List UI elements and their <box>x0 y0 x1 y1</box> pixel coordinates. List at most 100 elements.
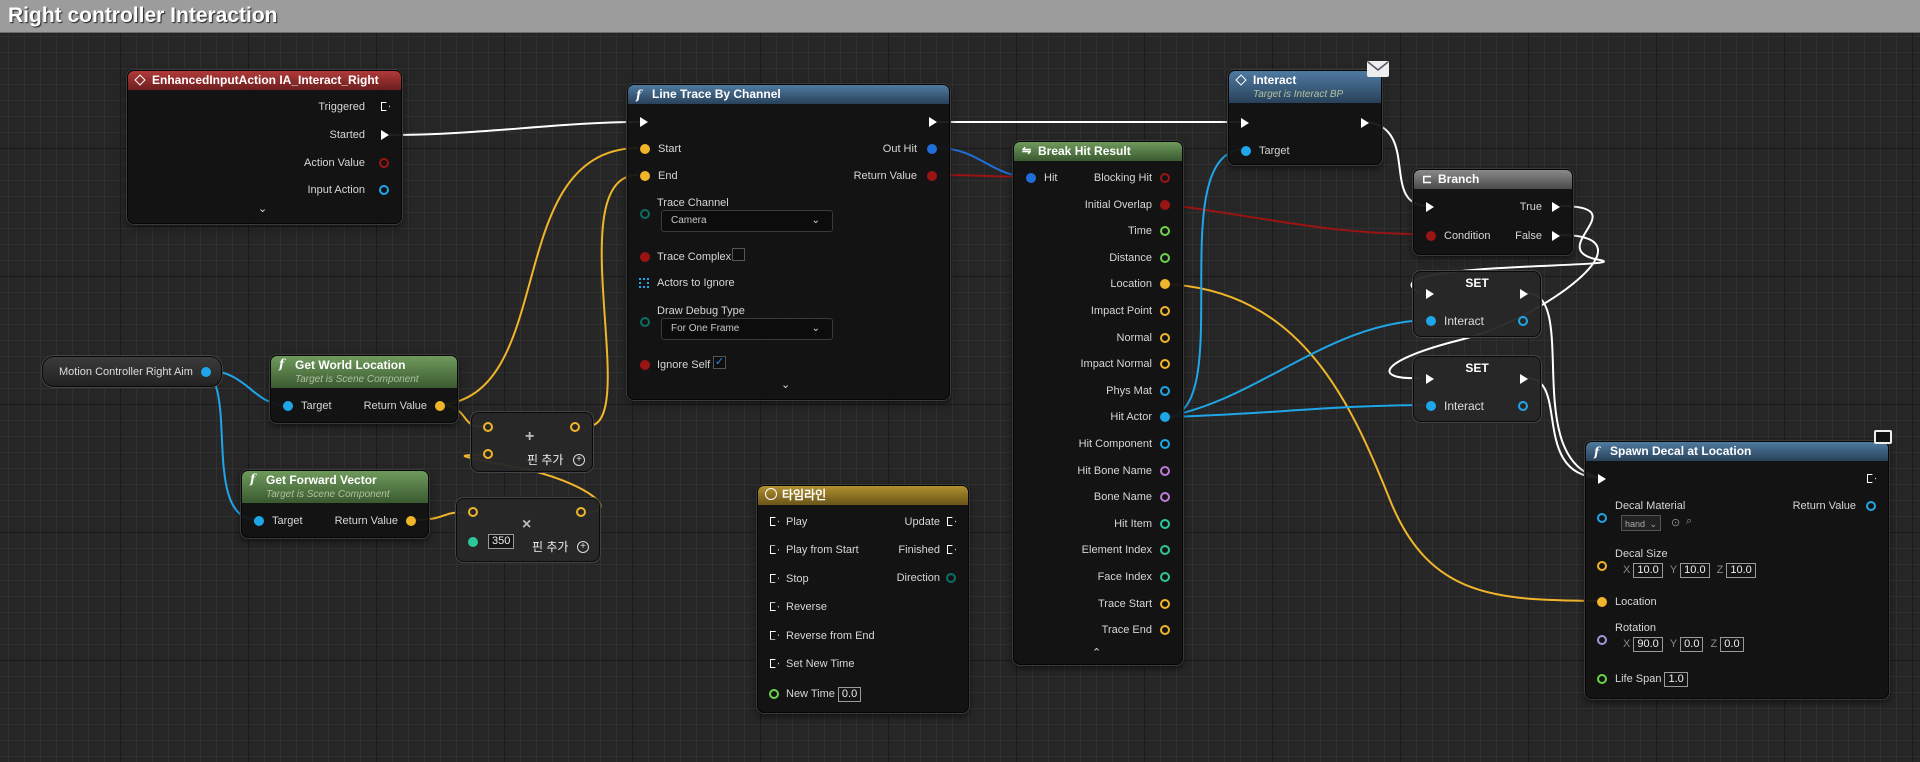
expand-chevron-icon[interactable]: ⌄ <box>781 378 790 391</box>
return-value-pin[interactable] <box>927 171 937 181</box>
get-forward-vector-node[interactable]: f Get Forward Vector Target is Scene Compo… <box>241 470 429 538</box>
node-header[interactable]: f Get Forward Vector Target is Scene Compo… <box>242 471 428 503</box>
direction-pin[interactable] <box>946 573 956 583</box>
hit-bone-name-pin[interactable] <box>1160 465 1170 476</box>
element-index-pin[interactable] <box>1160 545 1170 556</box>
node-header[interactable]: Interact Target is Interact BP <box>1229 71 1381 103</box>
a-input-pin[interactable] <box>468 507 478 517</box>
impact-point-pin[interactable] <box>1160 306 1170 316</box>
spawn-decal-at-location-node[interactable]: f Spawn Decal at Location Decal Material … <box>1585 441 1889 699</box>
triggered-exec-pin[interactable] <box>381 102 390 112</box>
result-output-pin[interactable] <box>570 422 580 432</box>
reverse-exec-pin[interactable] <box>770 602 779 612</box>
end-pin[interactable] <box>640 171 650 181</box>
result-output-pin[interactable] <box>576 507 586 517</box>
exec-out-pin[interactable] <box>1867 474 1876 483</box>
browse-search-icon[interactable]: ⌕ <box>1686 515 1692 528</box>
rotation-x-field[interactable]: 90.0 <box>1633 637 1663 652</box>
false-exec-pin[interactable] <box>1552 231 1560 241</box>
location-pin[interactable] <box>1597 597 1607 607</box>
interact-out-pin[interactable] <box>1518 316 1528 326</box>
trace-complex-pin[interactable] <box>640 252 650 262</box>
exec-out-pin[interactable] <box>1361 118 1369 128</box>
return-value-pin[interactable] <box>406 516 416 526</box>
face-index-pin[interactable] <box>1160 572 1170 582</box>
target-pin[interactable] <box>1241 146 1251 156</box>
node-header[interactable]: f Get World Location Target is Scene Compo… <box>271 356 457 388</box>
input-action-pin[interactable] <box>379 185 389 195</box>
node-header[interactable]: EnhancedInputAction IA_Interact_Right <box>128 71 401 90</box>
distance-pin[interactable] <box>1160 252 1170 263</box>
exec-in-pin[interactable] <box>1241 118 1249 128</box>
time-pin[interactable] <box>1160 226 1170 237</box>
target-pin[interactable] <box>283 401 293 411</box>
hit-component-pin[interactable] <box>1160 439 1170 449</box>
rotation-z-field[interactable]: 0.0 <box>1720 637 1744 652</box>
ignore-self-pin[interactable] <box>640 360 650 370</box>
get-world-location-node[interactable]: f Get World Location Target is Scene Compo… <box>270 355 458 423</box>
draw-debug-type-dropdown[interactable]: For One Frame ⌄ <box>661 318 833 340</box>
add-pin-plus-icon[interactable]: + <box>573 454 585 466</box>
interact-out-pin[interactable] <box>1518 401 1528 411</box>
draw-debug-type-pin[interactable] <box>640 317 650 327</box>
decal-material-pin[interactable] <box>1597 513 1607 523</box>
multiply-vector-node[interactable]: 350 × 핀 추가 + <box>456 498 600 562</box>
true-exec-pin[interactable] <box>1552 202 1560 212</box>
node-header[interactable]: ⇋ Break Hit Result <box>1014 142 1182 161</box>
trace-start-pin[interactable] <box>1160 598 1170 609</box>
add-vector-node[interactable]: + 핀 추가 + <box>471 412 593 472</box>
update-exec-pin[interactable] <box>947 517 956 526</box>
start-pin[interactable] <box>640 144 650 154</box>
rotation-pin[interactable] <box>1597 635 1607 645</box>
exec-out-pin[interactable] <box>1520 374 1528 384</box>
multiplier-value-field[interactable]: 350 <box>488 534 515 549</box>
normal-pin[interactable] <box>1160 332 1170 343</box>
enhanced-input-action-node[interactable]: EnhancedInputAction IA_Interact_Right Tr… <box>127 70 402 224</box>
life-span-value-field[interactable]: 1.0 <box>1664 672 1688 687</box>
initial-overlap-pin[interactable] <box>1160 199 1170 210</box>
a-input-pin[interactable] <box>483 422 493 432</box>
condition-pin[interactable] <box>1426 231 1436 241</box>
trace-complex-checkbox[interactable] <box>732 248 745 261</box>
trace-channel-dropdown[interactable]: Camera ⌄ <box>661 210 833 232</box>
phys-mat-pin[interactable] <box>1160 385 1170 396</box>
exec-out-pin[interactable] <box>1520 289 1528 299</box>
blocking-hit-pin[interactable] <box>1160 173 1170 183</box>
new-time-value-field[interactable]: 0.0 <box>837 687 862 702</box>
out-hit-pin[interactable] <box>927 144 937 154</box>
set-node-2[interactable]: SET Interact <box>1413 356 1541 422</box>
stop-exec-pin[interactable] <box>770 573 779 583</box>
rotation-y-field[interactable]: 0.0 <box>1680 637 1704 652</box>
play-from-start-exec-pin[interactable] <box>770 545 779 555</box>
timeline-node[interactable]: 타임라인 Play Play from Start Stop Reverse Rever… <box>757 485 969 713</box>
motion-controller-right-aim-variable[interactable]: Motion Controller Right Aim <box>42 356 222 387</box>
trace-channel-pin[interactable] <box>640 209 650 219</box>
return-value-pin[interactable] <box>435 401 445 411</box>
interact-node[interactable]: Interact Target is Interact BP Target <box>1228 70 1382 165</box>
exec-in-pin[interactable] <box>1426 289 1434 299</box>
exec-in-pin[interactable] <box>1426 202 1434 212</box>
bone-name-pin[interactable] <box>1160 492 1170 503</box>
reverse-from-end-exec-pin[interactable] <box>770 630 779 640</box>
action-value-pin[interactable] <box>379 158 389 168</box>
node-header[interactable]: f Spawn Decal at Location <box>1586 442 1888 461</box>
impact-normal-pin[interactable] <box>1160 359 1170 370</box>
life-span-pin[interactable] <box>1597 674 1607 684</box>
interact-in-pin[interactable] <box>1426 401 1436 411</box>
exec-out-pin[interactable] <box>929 117 937 127</box>
add-pin-label[interactable]: 핀 추가 <box>527 453 563 467</box>
new-time-pin[interactable] <box>769 689 779 699</box>
line-trace-by-channel-node[interactable]: f Line Trace By Channel Start End Out Hit… <box>627 84 950 400</box>
started-exec-pin[interactable] <box>381 130 389 140</box>
hit-actor-pin[interactable] <box>1160 412 1170 423</box>
set-new-time-exec-pin[interactable] <box>770 659 779 668</box>
exec-in-pin[interactable] <box>1426 374 1434 384</box>
hit-struct-pin[interactable] <box>1026 173 1036 183</box>
decal-material-dropdown[interactable]: hand ⌄ <box>1621 515 1661 531</box>
b-input-pin[interactable] <box>483 449 493 459</box>
return-value-pin[interactable] <box>1866 501 1876 511</box>
target-pin[interactable] <box>254 516 264 526</box>
collapse-chevron-icon[interactable]: ⌃ <box>1092 646 1101 659</box>
hit-item-pin[interactable] <box>1160 518 1170 529</box>
size-x-field[interactable]: 10.0 <box>1633 563 1663 578</box>
